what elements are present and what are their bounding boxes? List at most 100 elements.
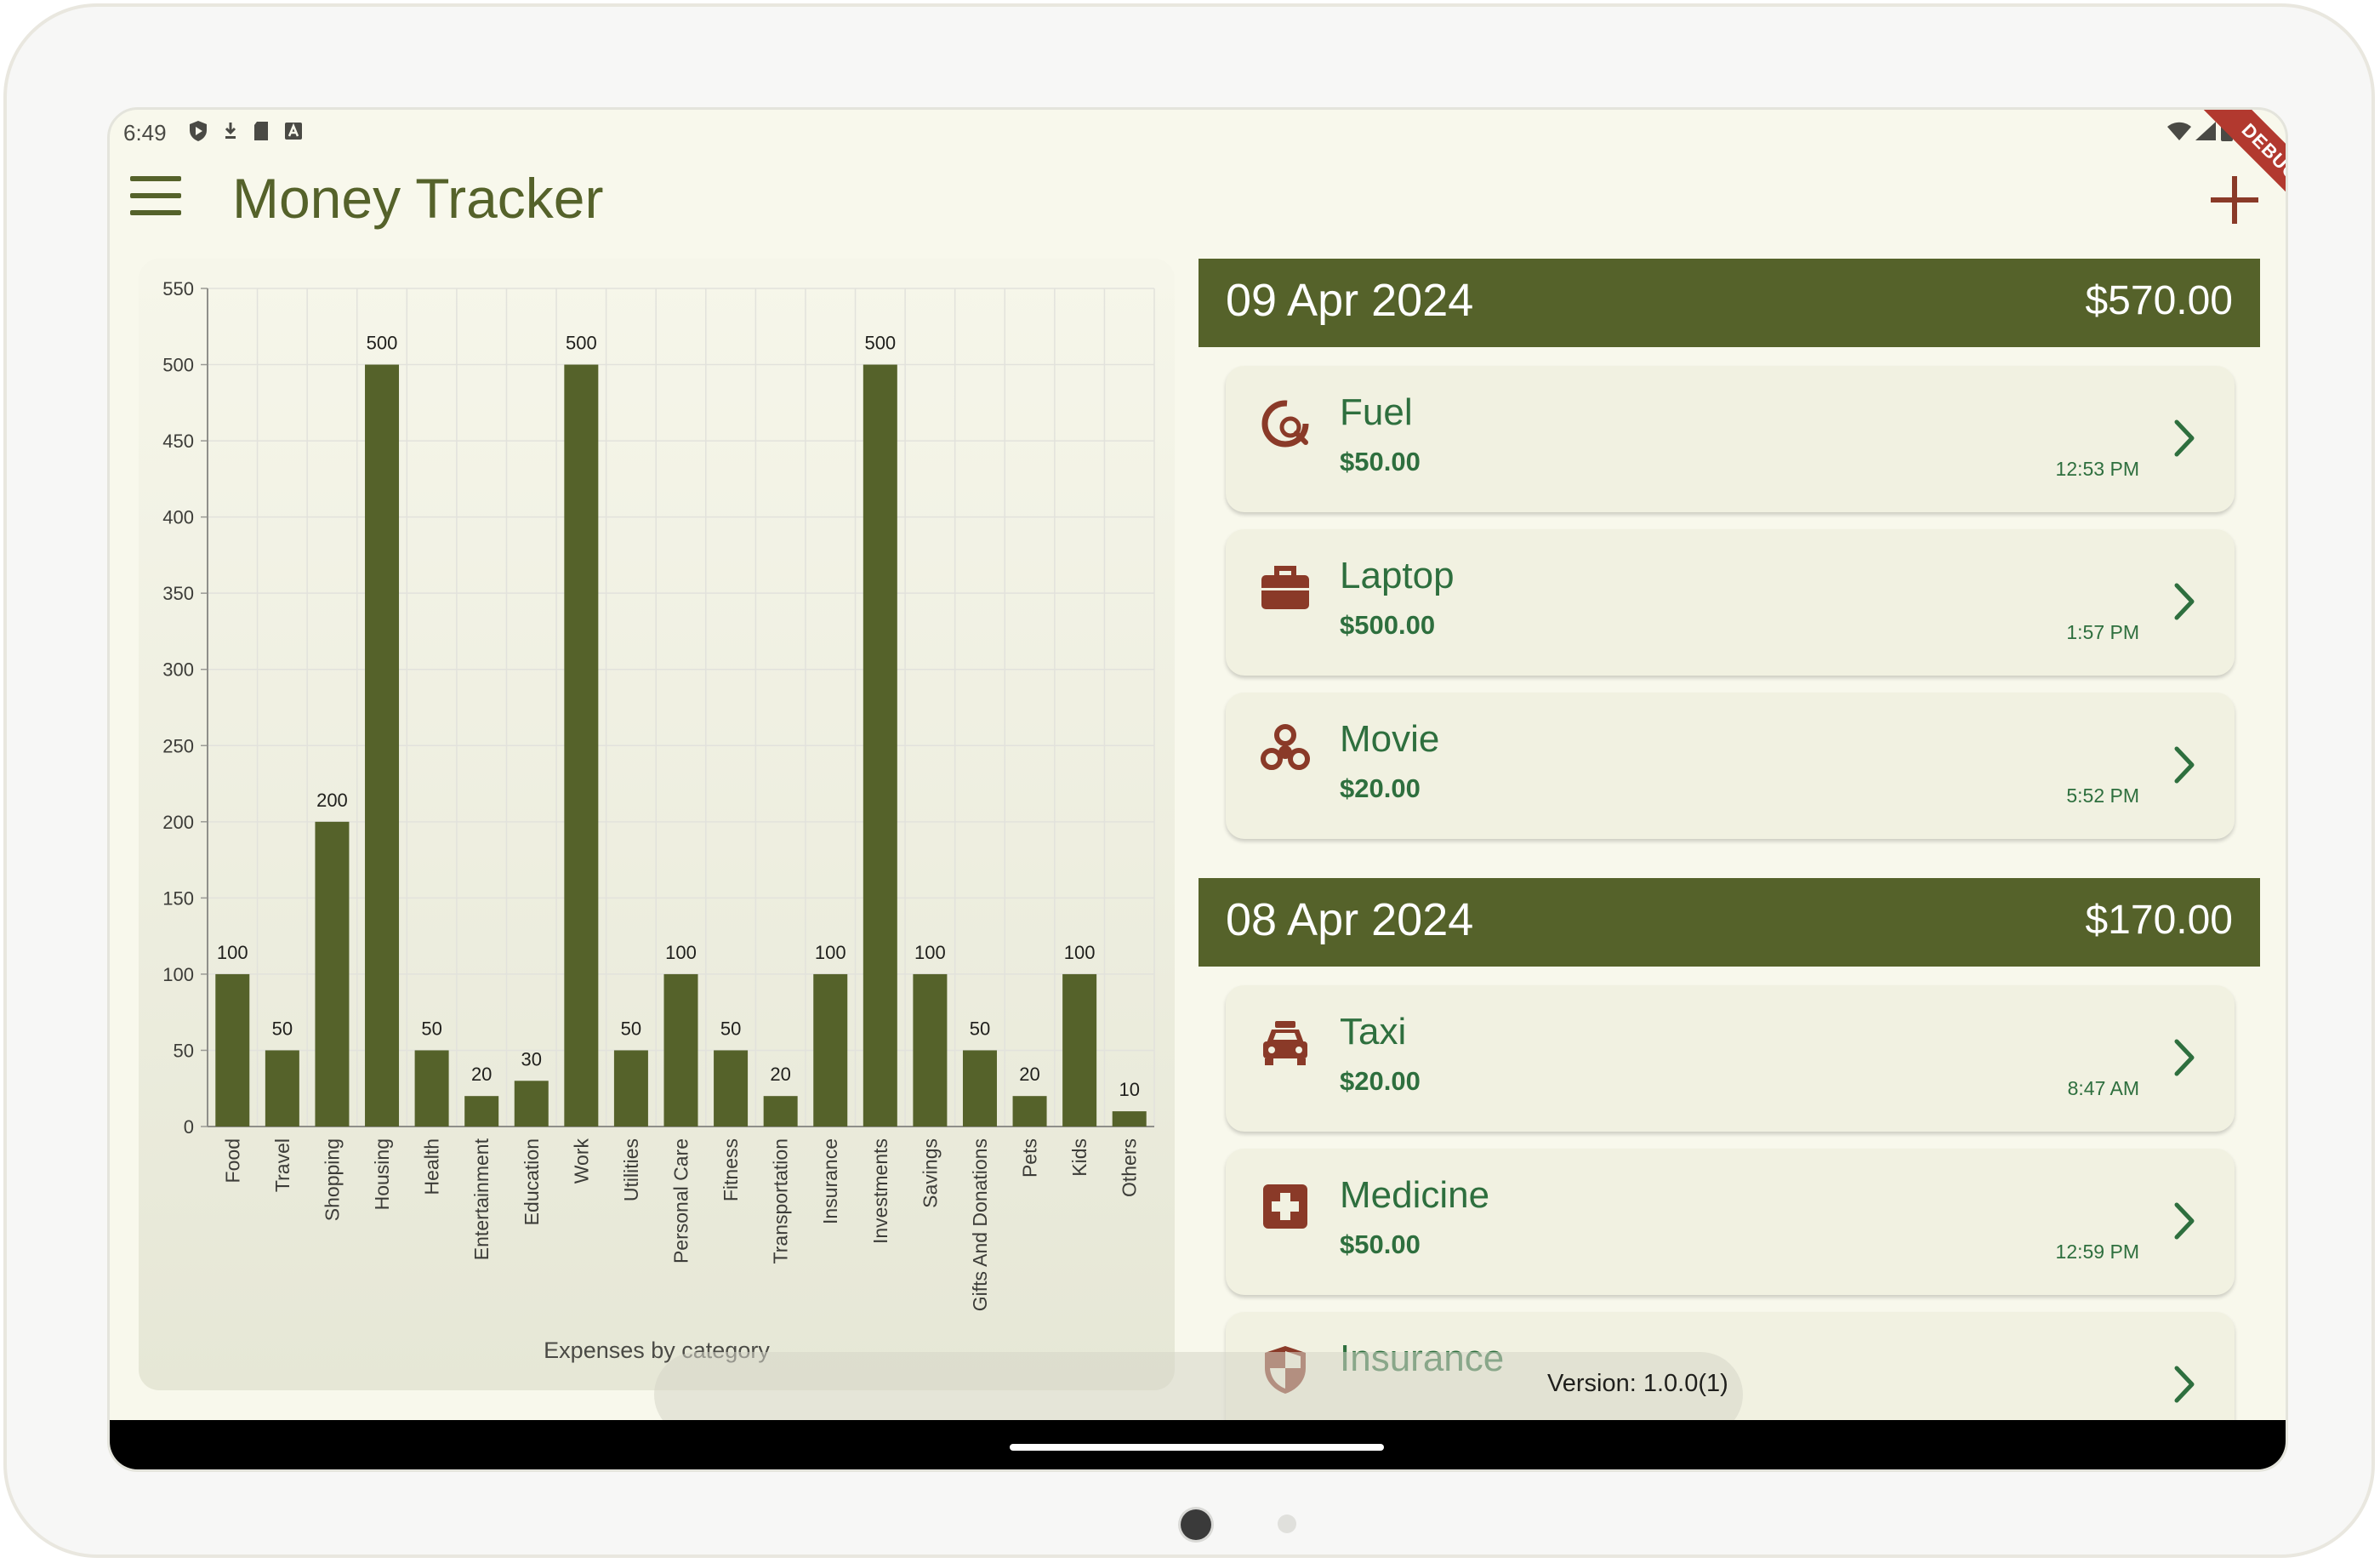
x-tick-label: Insurance xyxy=(819,1138,841,1224)
transaction-time: 5:52 PM xyxy=(2066,784,2139,807)
chevron-right-icon[interactable] xyxy=(2172,744,2197,786)
x-tick-label: Work xyxy=(570,1138,592,1184)
bar-value-label: 100 xyxy=(815,942,846,963)
transaction-amount: $20.00 xyxy=(1340,1066,1421,1096)
x-tick-label: Utilities xyxy=(620,1138,642,1201)
chevron-right-icon[interactable] xyxy=(2172,1200,2197,1242)
bar-pets xyxy=(1012,1096,1047,1127)
bar-insurance xyxy=(813,973,848,1127)
y-tick-label: 100 xyxy=(162,964,194,985)
transaction-card[interactable]: Laptop $500.00 1:57 PM xyxy=(1226,529,2235,676)
x-tick-label: Personal Care xyxy=(670,1138,692,1264)
x-tick-label: Shopping xyxy=(321,1138,343,1221)
x-tick-label: Food xyxy=(221,1138,243,1183)
bar-value-label: 50 xyxy=(720,1018,741,1039)
transaction-time: 12:59 PM xyxy=(2055,1241,2139,1263)
y-tick-label: 350 xyxy=(162,583,194,604)
bar-gifts-and-donations xyxy=(962,1050,997,1127)
x-tick-label: Transportation xyxy=(770,1138,792,1264)
medical-cross-icon xyxy=(1263,1184,1307,1229)
bar-investments xyxy=(863,364,897,1127)
y-tick-label: 300 xyxy=(162,659,194,681)
bar-value-label: 500 xyxy=(566,333,597,354)
bar-value-label: 20 xyxy=(471,1064,492,1085)
taxi-icon xyxy=(1263,1021,1307,1065)
x-tick-label: Savings xyxy=(919,1138,941,1208)
x-tick-label: Housing xyxy=(371,1138,393,1210)
day-total: $170.00 xyxy=(2085,898,2233,943)
y-tick-label: 0 xyxy=(184,1116,194,1138)
bar-value-label: 50 xyxy=(970,1018,990,1039)
transaction-name: Fuel xyxy=(1340,391,1413,433)
chevron-right-icon[interactable] xyxy=(2172,1036,2197,1079)
bar-health xyxy=(414,1050,449,1127)
x-tick-label: Investments xyxy=(869,1138,891,1244)
transaction-name: Medicine xyxy=(1340,1174,1490,1216)
screen: 6:49 Money Tracker DEBUG 0 50 100 150 200 250… xyxy=(107,107,2288,1472)
bar-others xyxy=(1112,1111,1147,1127)
bar-value-label: 500 xyxy=(864,333,896,354)
x-tick-label: Travel xyxy=(271,1138,293,1192)
bar-kids xyxy=(1062,973,1097,1127)
chevron-right-icon[interactable] xyxy=(2172,580,2197,623)
bar-entertainment xyxy=(464,1096,499,1127)
day-date: 09 Apr 2024 xyxy=(1226,275,1474,326)
home-handle[interactable] xyxy=(1010,1444,1384,1451)
y-tick-label: 400 xyxy=(162,507,194,528)
x-tick-label: Fitness xyxy=(720,1138,742,1201)
bar-value-label: 500 xyxy=(367,333,398,354)
bar-travel xyxy=(265,1050,299,1127)
bar-savings xyxy=(913,973,948,1127)
transaction-card[interactable]: Movie $20.00 5:52 PM xyxy=(1226,693,2235,839)
wifi-icon xyxy=(2167,122,2191,140)
transaction-time: 8:47 AM xyxy=(2067,1077,2139,1099)
tablet-frame: 6:49 Money Tracker DEBUG 0 50 100 150 200 250… xyxy=(3,3,2375,1558)
transaction-amount: $50.00 xyxy=(1340,447,1421,476)
bar-value-label: 30 xyxy=(521,1048,542,1070)
y-tick-label: 550 xyxy=(162,278,194,299)
bar-transportation xyxy=(763,1096,798,1127)
transaction-card[interactable]: Medicine $50.00 12:59 PM xyxy=(1226,1149,2235,1295)
y-tick-label: 450 xyxy=(162,431,194,452)
x-tick-label: Others xyxy=(1119,1138,1141,1197)
bar-value-label: 10 xyxy=(1119,1079,1139,1100)
bar-value-label: 100 xyxy=(914,942,946,963)
transaction-amount: $500.00 xyxy=(1340,610,1436,640)
bar-value-label: 20 xyxy=(770,1064,790,1085)
sensor xyxy=(1278,1515,1296,1533)
transaction-name: Taxi xyxy=(1340,1011,1407,1052)
chevron-right-icon[interactable] xyxy=(2172,417,2197,459)
x-tick-label: Health xyxy=(421,1138,443,1195)
x-tick-label: Entertainment xyxy=(470,1138,493,1260)
bar-value-label: 50 xyxy=(621,1018,641,1039)
bar-shopping xyxy=(315,821,350,1127)
day-header: 09 Apr 2024 $570.00 xyxy=(1199,259,2260,347)
briefcase-icon xyxy=(1261,566,1309,609)
version-text: Version: 1.0.0(1) xyxy=(1547,1370,1728,1397)
transaction-time: 1:57 PM xyxy=(2066,621,2139,643)
bar-food xyxy=(215,973,250,1127)
transaction-card[interactable]: Taxi $20.00 8:47 AM xyxy=(1226,985,2235,1132)
chevron-right-icon[interactable] xyxy=(2172,1363,2197,1406)
transaction-name: Laptop xyxy=(1340,555,1455,596)
transaction-name: Movie xyxy=(1340,718,1440,760)
transaction-card[interactable]: Fuel $50.00 12:53 PM xyxy=(1226,366,2235,512)
add-icon[interactable] xyxy=(2211,176,2258,224)
x-tick-label: Gifts And Donations xyxy=(969,1138,991,1311)
bar-value-label: 50 xyxy=(421,1018,441,1039)
fuel-search-icon xyxy=(1261,400,1309,448)
bar-personal-care xyxy=(663,973,698,1127)
front-camera xyxy=(1181,1509,1211,1540)
expenses-bar-chart: 0 50 100 150 200 250 300 350 400 450 500 550 100 Food… xyxy=(162,278,1155,1311)
entertainment-icon xyxy=(1261,724,1310,770)
bar-value-label: 100 xyxy=(217,942,248,963)
y-tick-label: 50 xyxy=(174,1040,194,1061)
bar-value-label: 100 xyxy=(665,942,697,963)
bar-work xyxy=(564,364,599,1127)
x-tick-label: Education xyxy=(521,1138,543,1225)
transaction-amount: $50.00 xyxy=(1340,1229,1421,1259)
bar-education xyxy=(514,1081,549,1127)
day-total: $570.00 xyxy=(2085,278,2233,323)
bar-value-label: 100 xyxy=(1064,942,1096,963)
bar-value-label: 20 xyxy=(1019,1064,1039,1085)
